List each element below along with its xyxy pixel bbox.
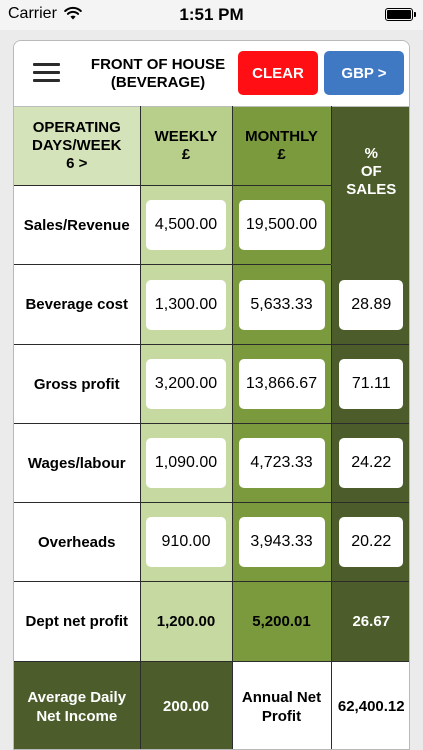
monthly-sales-field[interactable]: 19,500.00 bbox=[238, 200, 325, 250]
weekly-cell: 4,500.00 bbox=[139, 185, 233, 265]
percent-cell: 71.11 bbox=[330, 344, 409, 424]
hamburger-menu-icon[interactable] bbox=[33, 63, 60, 83]
beverage-cost-percent-field[interactable]: 28.89 bbox=[339, 279, 404, 330]
row-label-sales: Sales/Revenue bbox=[14, 185, 141, 265]
annual-label-line1: Annual Net bbox=[241, 688, 322, 706]
row-label-wages: Wages/labour bbox=[14, 423, 141, 503]
average-daily-label-line1: Average Daily bbox=[27, 688, 127, 706]
percent-header-line2: OF bbox=[360, 163, 382, 180]
average-daily-net-income-value: 200.00 bbox=[139, 661, 233, 749]
monthly-column-header: MONTHLY £ bbox=[231, 106, 332, 186]
monthly-cell: 13,866.67 bbox=[231, 344, 332, 424]
operating-days-selector[interactable]: OPERATING DAYS/WEEK 6 > bbox=[14, 106, 141, 186]
row-label-net-profit: Dept net profit bbox=[14, 581, 141, 662]
monthly-cell: 3,943.33 bbox=[231, 502, 332, 582]
status-time: 1:51 PM bbox=[179, 5, 244, 24]
battery-icon bbox=[385, 8, 416, 21]
weekly-beverage-cost-input[interactable]: 1,300.00 bbox=[146, 279, 226, 330]
monthly-beverage-cost-field[interactable]: 5,633.33 bbox=[238, 279, 325, 330]
wages-percent-field[interactable]: 24.22 bbox=[339, 438, 404, 488]
table-row: Gross profit 3,200.00 13,866.67 71.11 bbox=[14, 344, 409, 424]
row-label-beverage-cost: Beverage cost bbox=[14, 264, 141, 345]
profit-table: OPERATING DAYS/WEEK 6 > WEEKLY £ MONTHLY… bbox=[14, 106, 409, 749]
monthly-gross-profit-field[interactable]: 13,866.67 bbox=[238, 359, 325, 409]
overheads-percent-field[interactable]: 20.22 bbox=[339, 517, 404, 567]
percent-header-line1: % bbox=[364, 145, 378, 162]
percent-of-sales-header: % OF SALES bbox=[330, 106, 409, 265]
operating-days-value: 6 > bbox=[66, 155, 88, 172]
average-daily-label-line2: Net Income bbox=[36, 707, 118, 725]
weekly-cell: 3,200.00 bbox=[139, 344, 233, 424]
currency-button[interactable]: GBP > bbox=[324, 51, 404, 95]
weekly-currency-symbol: £ bbox=[181, 146, 191, 163]
footer-row: Average Daily Net Income 200.00 Annual N… bbox=[14, 661, 409, 749]
annual-net-profit-label: Annual Net Profit bbox=[231, 661, 332, 749]
weekly-sales-input[interactable]: 4,500.00 bbox=[146, 200, 226, 250]
page-title-line2: (BEVERAGE) bbox=[110, 74, 206, 91]
row-label-overheads: Overheads bbox=[14, 502, 141, 582]
calculator-card: FRONT OF HOUSE (BEVERAGE) CLEAR GBP > OP… bbox=[13, 40, 410, 750]
monthly-cell: 5,633.33 bbox=[231, 264, 332, 345]
percent-cell: 24.22 bbox=[330, 423, 409, 503]
clear-button[interactable]: CLEAR bbox=[238, 51, 318, 95]
page-title-line1: FRONT OF HOUSE bbox=[90, 56, 226, 73]
weekly-wages-input[interactable]: 1,090.00 bbox=[146, 438, 226, 488]
monthly-cell: 19,500.00 bbox=[231, 185, 331, 265]
weekly-gross-profit-field[interactable]: 3,200.00 bbox=[146, 359, 226, 409]
monthly-net-profit-value: 5,200.01 bbox=[231, 581, 332, 662]
monthly-currency-symbol: £ bbox=[277, 146, 286, 163]
status-bar: Carrier 1:51 PM bbox=[0, 0, 423, 30]
row-label-gross-profit: Gross profit bbox=[14, 344, 141, 424]
table-header-row: OPERATING DAYS/WEEK 6 > WEEKLY £ MONTHLY… bbox=[14, 106, 409, 265]
weekly-header-label: WEEKLY bbox=[154, 128, 218, 145]
percent-header-line3: SALES bbox=[346, 181, 397, 198]
net-profit-row: Dept net profit 1,200.00 5,200.01 26.67 bbox=[14, 581, 409, 662]
annual-net-profit-value: 62,400.12 bbox=[330, 661, 409, 749]
annual-label-line2: Profit bbox=[261, 707, 302, 725]
operating-days-line1: OPERATING bbox=[32, 119, 121, 136]
monthly-cell: 4,723.33 bbox=[231, 423, 332, 503]
monthly-header-label: MONTHLY bbox=[245, 128, 318, 145]
percent-cell: 20.22 bbox=[330, 502, 409, 582]
weekly-cell: 1,090.00 bbox=[139, 423, 233, 503]
weekly-cell: 910.00 bbox=[139, 502, 233, 582]
gross-profit-percent-field[interactable]: 71.11 bbox=[339, 359, 404, 409]
average-daily-net-income-label: Average Daily Net Income bbox=[14, 661, 141, 749]
weekly-overheads-input[interactable]: 910.00 bbox=[146, 517, 226, 567]
weekly-cell: 1,300.00 bbox=[139, 264, 233, 345]
operating-days-line2: DAYS/WEEK bbox=[32, 137, 122, 154]
weekly-column-header: WEEKLY £ bbox=[139, 106, 233, 186]
monthly-overheads-field[interactable]: 3,943.33 bbox=[238, 517, 325, 567]
table-row: Overheads 910.00 3,943.33 20.22 bbox=[14, 502, 409, 582]
table-row: Wages/labour 1,090.00 4,723.33 24.22 bbox=[14, 423, 409, 503]
monthly-wages-field[interactable]: 4,723.33 bbox=[238, 438, 325, 488]
net-profit-percent-value: 26.67 bbox=[330, 581, 409, 662]
page-title: FRONT OF HOUSE (BEVERAGE) bbox=[74, 56, 242, 92]
table-row: Beverage cost 1,300.00 5,633.33 28.89 bbox=[14, 264, 409, 345]
app-header: FRONT OF HOUSE (BEVERAGE) CLEAR GBP > bbox=[14, 41, 409, 106]
weekly-net-profit-value: 1,200.00 bbox=[139, 581, 233, 662]
percent-cell: 28.89 bbox=[330, 264, 409, 345]
